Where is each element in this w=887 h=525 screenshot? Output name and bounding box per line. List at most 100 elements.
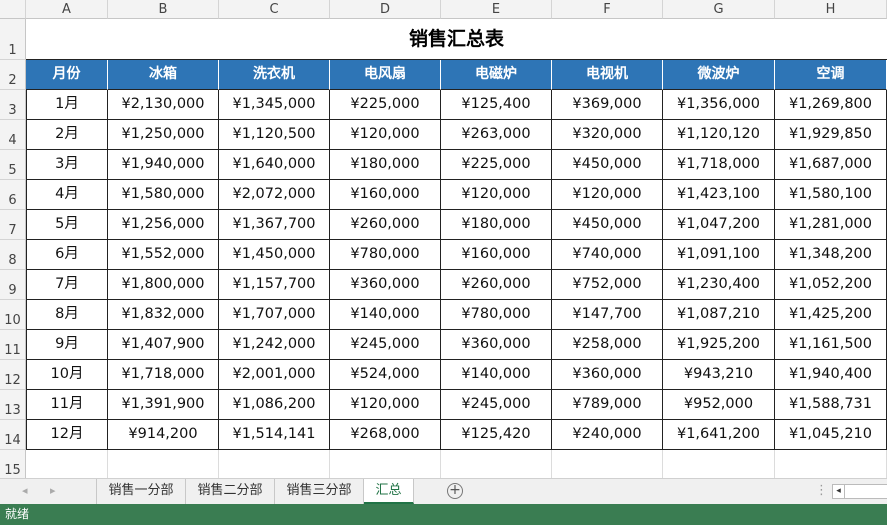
sales-cell[interactable]: ¥147,700 — [552, 300, 663, 330]
sales-cell[interactable]: ¥1,161,500 — [775, 330, 887, 360]
sales-cell[interactable]: ¥740,000 — [552, 240, 663, 270]
row-header-12[interactable]: 12 — [0, 360, 26, 390]
empty-cell[interactable] — [775, 450, 887, 478]
sales-cell[interactable]: ¥2,072,000 — [219, 180, 330, 210]
scroll-left-icon[interactable]: ◂ — [833, 485, 845, 498]
sales-cell[interactable]: ¥260,000 — [441, 270, 552, 300]
row-header-15[interactable]: 15 — [0, 450, 26, 478]
add-sheet-button[interactable]: + — [447, 483, 463, 499]
row-header-9[interactable]: 9 — [0, 270, 26, 300]
sales-cell[interactable]: ¥225,000 — [441, 150, 552, 180]
row-header-3[interactable]: 3 — [0, 90, 26, 120]
row-header-7[interactable]: 7 — [0, 210, 26, 240]
month-cell[interactable]: 3月 — [26, 150, 108, 180]
sales-cell[interactable]: ¥1,356,000 — [663, 90, 775, 120]
column-header-e[interactable]: E — [441, 0, 552, 19]
sales-cell[interactable]: ¥180,000 — [441, 210, 552, 240]
sales-cell[interactable]: ¥1,450,000 — [219, 240, 330, 270]
sales-cell[interactable]: ¥360,000 — [552, 360, 663, 390]
month-cell[interactable]: 5月 — [26, 210, 108, 240]
row-header-11[interactable]: 11 — [0, 330, 26, 360]
sales-cell[interactable]: ¥1,425,200 — [775, 300, 887, 330]
sales-cell[interactable]: ¥1,552,000 — [108, 240, 219, 270]
sales-cell[interactable]: ¥1,832,000 — [108, 300, 219, 330]
month-cell[interactable]: 2月 — [26, 120, 108, 150]
month-cell[interactable]: 10月 — [26, 360, 108, 390]
sales-cell[interactable]: ¥1,052,200 — [775, 270, 887, 300]
header-cell[interactable]: 微波炉 — [663, 60, 775, 90]
month-cell[interactable]: 6月 — [26, 240, 108, 270]
sales-cell[interactable]: ¥780,000 — [441, 300, 552, 330]
sales-cell[interactable]: ¥1,423,100 — [663, 180, 775, 210]
sales-cell[interactable]: ¥450,000 — [552, 210, 663, 240]
sales-cell[interactable]: ¥1,588,731 — [775, 390, 887, 420]
sales-cell[interactable]: ¥1,514,141 — [219, 420, 330, 450]
empty-cell[interactable] — [552, 450, 663, 478]
column-header-g[interactable]: G — [663, 0, 775, 19]
sales-cell[interactable]: ¥180,000 — [330, 150, 441, 180]
row-header-10[interactable]: 10 — [0, 300, 26, 330]
empty-cell[interactable] — [441, 450, 552, 478]
header-cell[interactable]: 电视机 — [552, 60, 663, 90]
tab-sales-dept-1[interactable]: 销售一分部 — [97, 479, 186, 504]
sales-cell[interactable]: ¥360,000 — [330, 270, 441, 300]
sales-cell[interactable]: ¥120,000 — [552, 180, 663, 210]
sales-cell[interactable]: ¥245,000 — [441, 390, 552, 420]
sales-cell[interactable]: ¥360,000 — [441, 330, 552, 360]
sales-cell[interactable]: ¥1,120,500 — [219, 120, 330, 150]
month-cell[interactable]: 11月 — [26, 390, 108, 420]
sales-cell[interactable]: ¥1,157,700 — [219, 270, 330, 300]
month-cell[interactable]: 8月 — [26, 300, 108, 330]
header-cell[interactable]: 电磁炉 — [441, 60, 552, 90]
sales-cell[interactable]: ¥1,230,400 — [663, 270, 775, 300]
sales-cell[interactable]: ¥140,000 — [441, 360, 552, 390]
scroll-tabs-right-icon[interactable]: ▸ — [50, 479, 56, 503]
empty-cell[interactable] — [219, 450, 330, 478]
sales-cell[interactable]: ¥1,407,900 — [108, 330, 219, 360]
column-header-f[interactable]: F — [552, 0, 663, 19]
month-cell[interactable]: 4月 — [26, 180, 108, 210]
sales-cell[interactable]: ¥450,000 — [552, 150, 663, 180]
sales-cell[interactable]: ¥1,348,200 — [775, 240, 887, 270]
sales-cell[interactable]: ¥263,000 — [441, 120, 552, 150]
sales-cell[interactable]: ¥1,687,000 — [775, 150, 887, 180]
sales-cell[interactable]: ¥2,001,000 — [219, 360, 330, 390]
sheet-title[interactable]: 销售汇总表 — [26, 19, 887, 60]
row-header-13[interactable]: 13 — [0, 390, 26, 420]
sales-cell[interactable]: ¥2,130,000 — [108, 90, 219, 120]
select-all-corner[interactable] — [0, 0, 26, 19]
sales-cell[interactable]: ¥240,000 — [552, 420, 663, 450]
sales-cell[interactable]: ¥1,281,000 — [775, 210, 887, 240]
sales-cell[interactable]: ¥1,580,100 — [775, 180, 887, 210]
sales-cell[interactable]: ¥1,345,000 — [219, 90, 330, 120]
sales-cell[interactable]: ¥245,000 — [330, 330, 441, 360]
row-header-8[interactable]: 8 — [0, 240, 26, 270]
sales-cell[interactable]: ¥780,000 — [330, 240, 441, 270]
month-cell[interactable]: 7月 — [26, 270, 108, 300]
sales-cell[interactable]: ¥1,929,850 — [775, 120, 887, 150]
sales-cell[interactable]: ¥1,800,000 — [108, 270, 219, 300]
sales-cell[interactable]: ¥1,242,000 — [219, 330, 330, 360]
tab-sales-dept-2[interactable]: 销售二分部 — [186, 479, 275, 504]
scroll-tabs-left-icon[interactable]: ◂ — [22, 479, 28, 503]
sales-cell[interactable]: ¥1,045,210 — [775, 420, 887, 450]
sales-cell[interactable]: ¥1,250,000 — [108, 120, 219, 150]
sales-cell[interactable]: ¥1,718,000 — [108, 360, 219, 390]
row-header-6[interactable]: 6 — [0, 180, 26, 210]
tab-sales-dept-3[interactable]: 销售三分部 — [275, 479, 364, 504]
header-cell[interactable]: 月份 — [26, 60, 108, 90]
column-header-c[interactable]: C — [219, 0, 330, 19]
sales-cell[interactable]: ¥1,091,100 — [663, 240, 775, 270]
column-header-d[interactable]: D — [330, 0, 441, 19]
sales-cell[interactable]: ¥160,000 — [330, 180, 441, 210]
sales-cell[interactable]: ¥258,000 — [552, 330, 663, 360]
sales-cell[interactable]: ¥943,210 — [663, 360, 775, 390]
horizontal-scrollbar[interactable]: ◂ — [832, 484, 887, 499]
sales-cell[interactable]: ¥320,000 — [552, 120, 663, 150]
sales-cell[interactable]: ¥1,367,700 — [219, 210, 330, 240]
sales-cell[interactable]: ¥225,000 — [330, 90, 441, 120]
sales-cell[interactable]: ¥260,000 — [330, 210, 441, 240]
sales-cell[interactable]: ¥1,707,000 — [219, 300, 330, 330]
row-header-14[interactable]: 14 — [0, 420, 26, 450]
sales-cell[interactable]: ¥1,256,000 — [108, 210, 219, 240]
